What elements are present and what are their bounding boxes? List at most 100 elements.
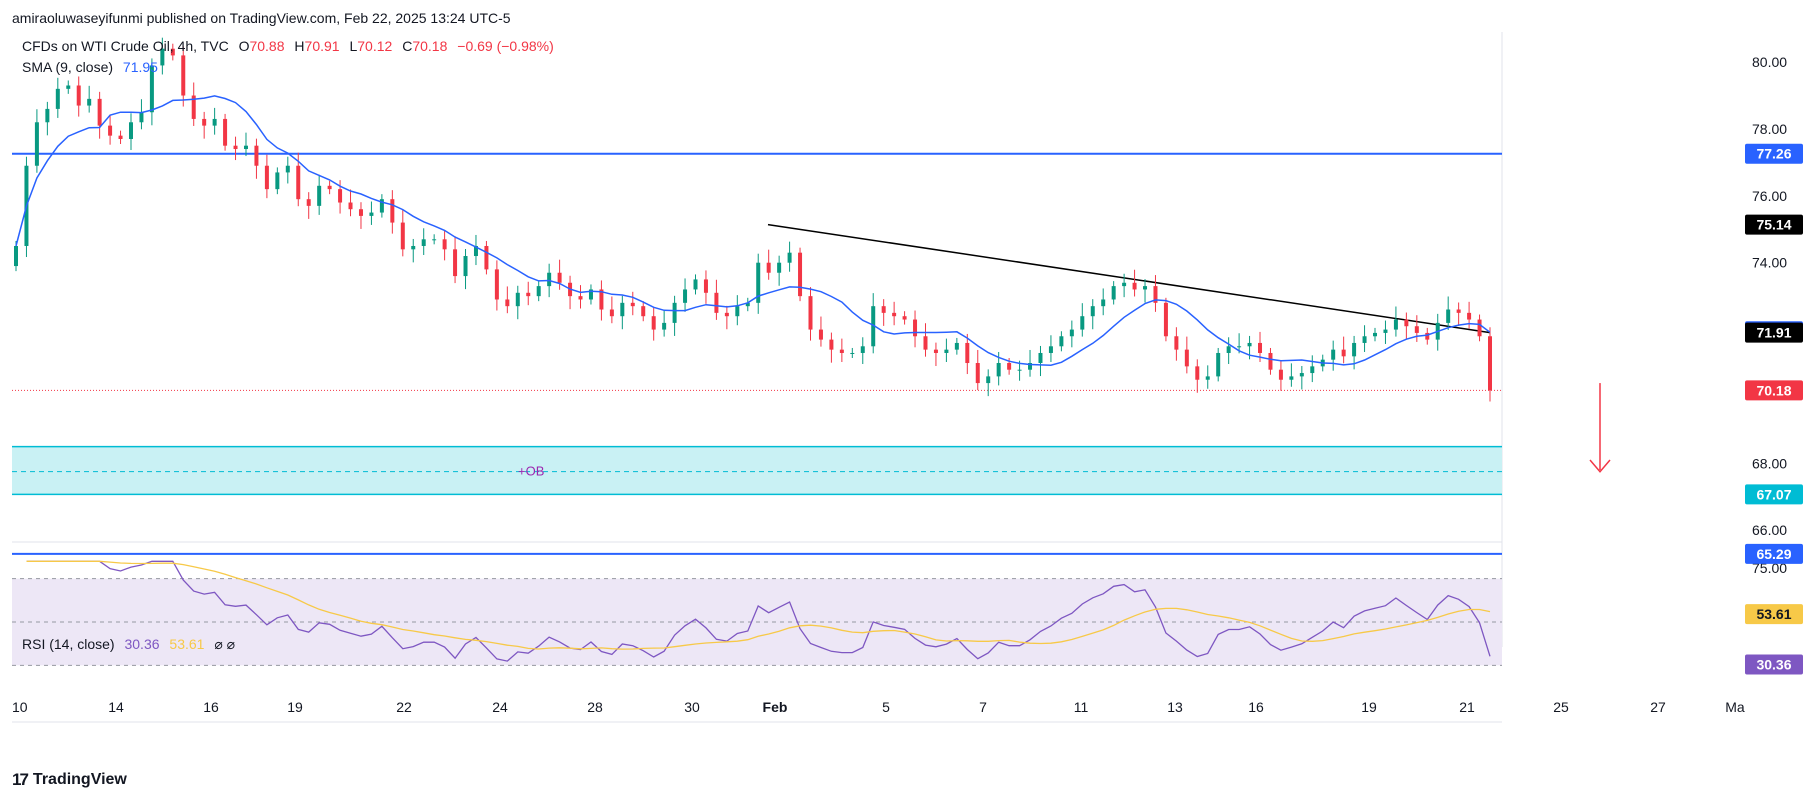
candle-body [1341,349,1346,357]
down-arrow-annotation[interactable] [1589,383,1611,473]
candle-body [1069,329,1074,337]
x-tick-label: 25 [1553,699,1569,715]
x-tick-label: 13 [1167,699,1183,715]
candle-body [118,135,123,139]
candle-body [87,98,92,106]
candle-body [829,339,834,350]
last-price-badge-text: 70.18 [1756,382,1791,398]
candle-body [1174,336,1179,350]
candle-body [275,172,280,190]
x-tick-label: Ma [1725,699,1745,715]
rsi-extra: ⌀ ⌀ [214,636,236,652]
x-tick-label: 24 [492,699,508,715]
candle-body [965,342,970,364]
sma-label[interactable]: SMA (9, close) [22,59,113,75]
candle-body [1205,376,1210,380]
close-label: C [402,38,413,54]
candle-body [390,199,395,223]
candle-body [369,212,374,216]
candle-body [432,239,437,241]
candle-body [850,352,855,354]
candle-body [703,279,708,293]
candle-body [944,349,949,353]
rsi-pane[interactable]: 75.0053.6130.36 [12,560,1803,675]
x-tick-label: 28 [587,699,603,715]
candle-body [1331,349,1336,360]
ob-label: +OB [518,464,544,479]
support-65-29-badge-text: 65.29 [1756,546,1791,562]
candle-body [45,108,50,123]
trendline-start-badge-text: 75.14 [1756,217,1791,233]
candle-body [1258,342,1263,353]
candle-body [662,322,667,330]
rsi-legend: RSI (14, close) 30.36 53.61 ⌀ ⌀ [22,636,241,653]
rsi-legend-value: 30.36 [124,636,160,652]
x-tick-label: 27 [1650,699,1666,715]
candle-body [536,286,541,297]
candle-body [1278,369,1283,380]
candle-body [651,316,656,330]
candle-body [442,239,447,250]
x-tick-label: 19 [1361,699,1377,715]
ohlc-legend: CFDs on WTI Crude Oil, 4h, TVC O70.88 H7… [22,38,560,54]
tradingview-logo[interactable]: 17 TradingView [12,770,127,790]
y-tick-label: 80.00 [1752,54,1787,70]
x-tick-label: 22 [396,699,412,715]
ob-lower-badge-text: 67.07 [1756,486,1791,502]
candle-body [1237,346,1242,348]
candle-body [1373,332,1378,337]
candle-body [76,85,81,106]
candle-body [1101,299,1106,307]
sma-legend-value: 71.95 [122,59,158,75]
candle-body [306,199,311,206]
candle-body [1247,342,1252,347]
candle-body [641,306,646,317]
sma-line[interactable] [15,95,1491,366]
candle-body [609,309,614,317]
candle-body [630,302,635,307]
candle-body [463,256,468,277]
chart-canvas[interactable]: 75.0053.6130.36 80.0078.0076.0074.0068.0… [0,32,1815,792]
y-tick-label: 68.00 [1752,455,1787,471]
x-tick-label: 7 [979,699,987,715]
sma-legend: SMA (9, close) 71.95 [22,59,164,75]
candle-body [683,289,688,303]
price-axis[interactable]: 80.00 78.00 76.00 74.00 68.00 66.00 [1752,54,1787,538]
candle-body [421,239,426,246]
candle-body [975,363,980,384]
price-badges: 77.2675.1471.9571.9170.1867.0765.29 [1745,143,1803,564]
candle-body [1414,326,1419,333]
y-tick-label: 78.00 [1752,121,1787,137]
x-tick-label: 14 [108,699,124,715]
candle-body [1393,319,1398,330]
candle-body [1017,369,1022,371]
trendline-end-badge-text: 71.91 [1756,325,1791,341]
candle-body [327,185,332,190]
x-tick-label: 16 [203,699,219,715]
candle-body [14,245,18,267]
candle-body [986,376,991,384]
x-tick-label: 5 [882,699,890,715]
x-tick-label: 11 [1074,699,1089,715]
candle-body [1226,346,1231,353]
candle-body [547,272,552,287]
open-label: O [238,38,250,54]
candle-body [108,125,113,136]
time-axis[interactable]: 10 14 16 19 22 24 28 30 Feb 5 7 11 13 16 19 21 25 27 Ma [12,699,1745,723]
candle-body [1310,366,1315,374]
trendline[interactable] [767,223,1491,334]
candlestick-series[interactable] [14,37,1492,402]
candle-body [1059,336,1064,347]
candle-body [202,118,207,126]
candle-body [1352,342,1357,357]
candle-body [515,292,520,307]
rsi-label[interactable]: RSI (14, close) [22,636,115,652]
close-value: 70.18 [412,38,448,54]
candle-body [66,85,71,89]
candle-body [139,112,144,123]
candle-body [181,55,186,96]
candle-body [1289,376,1294,380]
candle-body [766,262,771,273]
symbol-name[interactable]: CFDs on WTI Crude Oil, 4h, TVC [22,38,229,54]
candle-body [1456,309,1461,313]
